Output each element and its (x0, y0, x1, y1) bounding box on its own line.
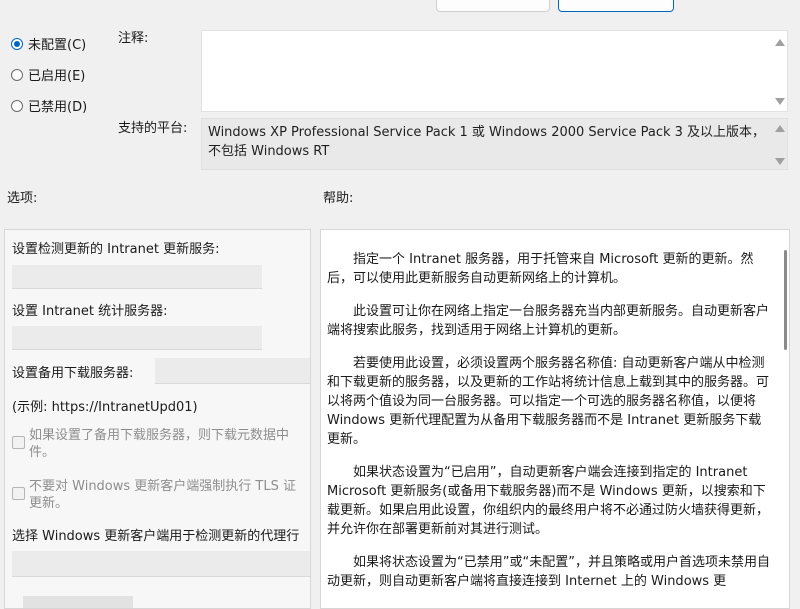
comment-scrollbar[interactable] (771, 31, 787, 111)
checkbox2-label-line2: 更新。 (29, 496, 69, 511)
alt-download-input[interactable] (155, 358, 310, 384)
help-paragraph: 此设置可让你在网络上指定一台服务器充当内部更新服务。自动更新客户端将搜索此服务，… (327, 304, 770, 338)
help-paragraph: 如果状态设置为“已启用”，自动更新客户端会连接到指定的 Intranet Mic… (327, 465, 770, 537)
checkbox1-label-line2: 件。 (29, 445, 56, 460)
checkbox2-label-line1: 不要对 Windows 更新客户端强制执行 TLS 证 (29, 479, 296, 494)
radio-label: 已启用(E) (28, 69, 86, 84)
proxy-select[interactable] (12, 551, 310, 577)
detect-service-input[interactable] (12, 265, 262, 289)
help-pane: 指定一个 Intranet 服务器，用于托管来自 Microsoft 更新的更新… (320, 229, 790, 609)
comment-label: 注释: (118, 31, 149, 46)
radio-indicator[interactable] (11, 37, 23, 50)
supported-on-field: Windows XP Professional Service Pack 1 或… (201, 118, 788, 170)
comment-textarea[interactable] (201, 30, 788, 112)
next-field[interactable] (23, 596, 133, 608)
proxy-label: 选择 Windows 更新客户端用于检测更新的代理行 (12, 529, 300, 544)
alt-download-label: 设置备用下载服务器: (12, 366, 134, 381)
radio-indicator[interactable] (11, 99, 23, 112)
help-paragraph: 若要使用此设置，必须设置两个服务器名称值: 自动更新客户端从中检测和下载更新的服… (327, 356, 770, 447)
previous-setting-button[interactable] (436, 0, 550, 12)
no-tls-enforce-checkbox[interactable] (12, 487, 25, 500)
scroll-down-icon[interactable] (775, 158, 785, 165)
radio-label: 已禁用(D) (28, 100, 88, 115)
options-pane: 设置检测更新的 Intranet 更新服务: 设置 Intranet 统计服务器… (4, 229, 311, 609)
radio-enabled[interactable]: 已启用(E) (11, 65, 85, 84)
supported-on-line1: Windows XP Professional Service Pack 1 或… (208, 125, 766, 140)
help-scrollbar-thumb[interactable] (784, 250, 787, 350)
radio-label: 未配置(C) (28, 38, 87, 53)
radio-indicator[interactable] (11, 68, 23, 81)
options-title: 选项: (7, 191, 38, 206)
stats-server-label: 设置 Intranet 统计服务器: (12, 304, 168, 319)
scroll-up-icon[interactable] (775, 39, 785, 46)
help-paragraph: 指定一个 Intranet 服务器，用于托管来自 Microsoft 更新的更新… (327, 252, 754, 286)
radio-disabled[interactable]: 已禁用(D) (11, 96, 87, 115)
stats-server-input[interactable] (12, 326, 262, 350)
detect-service-label: 设置检测更新的 Intranet 更新服务: (12, 242, 220, 257)
scroll-up-icon[interactable] (775, 125, 785, 132)
supported-on-label: 支持的平台: (118, 121, 188, 136)
checkbox1-label-line1: 如果设置了备用下载服务器，则下载元数据中 (29, 428, 290, 443)
supported-on-line2: 不包括 Windows RT (208, 144, 330, 159)
alt-download-metadata-checkbox[interactable] (12, 436, 25, 449)
next-setting-button[interactable] (558, 0, 674, 12)
radio-not-configured[interactable]: 未配置(C) (11, 34, 86, 53)
supported-on-scrollbar[interactable] (771, 119, 787, 169)
scroll-down-icon[interactable] (775, 98, 785, 105)
help-title: 帮助: (323, 191, 354, 206)
help-paragraph: 如果将状态设置为“已禁用”或“未配置”，并且策略或用户首选项未禁用自动更新，则自… (327, 555, 770, 589)
example-text: (示例: https://IntranetUpd01) (12, 400, 198, 415)
help-text: 指定一个 Intranet 服务器，用于托管来自 Microsoft 更新的更新… (327, 250, 772, 605)
